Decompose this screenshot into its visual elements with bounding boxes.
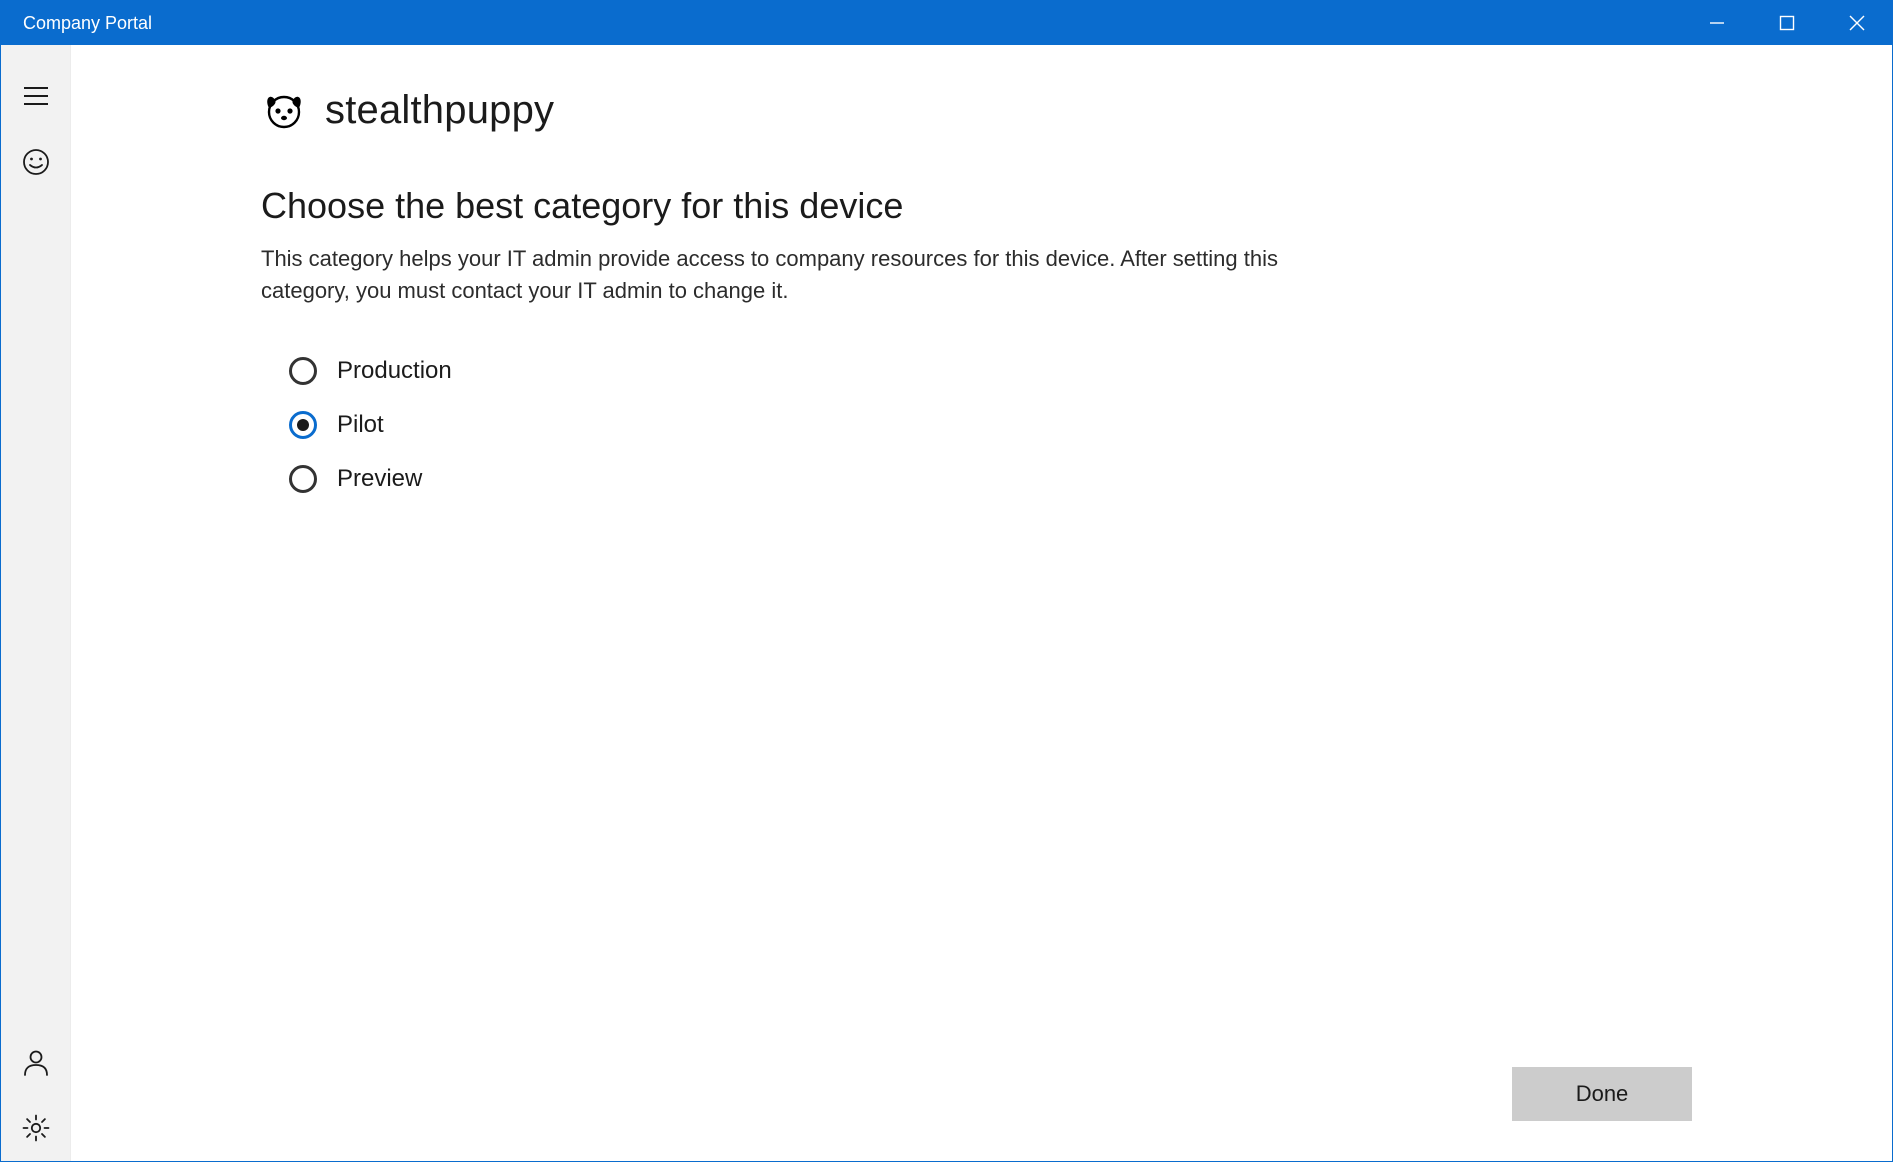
radio-label: Preview bbox=[337, 465, 422, 493]
maximize-icon bbox=[1779, 15, 1795, 31]
minimize-icon bbox=[1709, 15, 1725, 31]
radio-circle bbox=[289, 411, 317, 439]
radio-option-pilot[interactable]: Pilot bbox=[289, 411, 1692, 439]
maximize-button[interactable] bbox=[1752, 1, 1822, 45]
done-button[interactable]: Done bbox=[1512, 1067, 1692, 1121]
nav-settings-button[interactable] bbox=[1, 1095, 71, 1161]
page-heading: Choose the best category for this device bbox=[261, 185, 1692, 227]
titlebar: Company Portal bbox=[1, 1, 1892, 45]
nav-user-button[interactable] bbox=[1, 1029, 71, 1095]
footer-actions: Done bbox=[1512, 1067, 1692, 1121]
body: stealthpuppy Choose the best category fo… bbox=[1, 45, 1892, 1161]
page-subheading: This category helps your IT admin provid… bbox=[261, 243, 1311, 307]
category-options: Production Pilot Preview bbox=[289, 357, 1692, 493]
radio-circle bbox=[289, 465, 317, 493]
hamburger-icon bbox=[23, 85, 49, 107]
radio-option-preview[interactable]: Preview bbox=[289, 465, 1692, 493]
radio-label: Pilot bbox=[337, 411, 384, 439]
user-icon bbox=[22, 1048, 50, 1076]
close-button[interactable] bbox=[1822, 1, 1892, 45]
radio-circle bbox=[289, 357, 317, 385]
caption-buttons bbox=[1682, 1, 1892, 45]
radio-option-production[interactable]: Production bbox=[289, 357, 1692, 385]
gear-icon bbox=[22, 1114, 50, 1142]
app-window: Company Portal bbox=[0, 0, 1893, 1162]
smile-icon bbox=[22, 148, 50, 176]
org-header: stealthpuppy bbox=[261, 87, 1692, 133]
radio-label: Production bbox=[337, 357, 452, 385]
puppy-logo-icon bbox=[261, 87, 307, 133]
minimize-button[interactable] bbox=[1682, 1, 1752, 45]
nav-rail bbox=[1, 45, 71, 1161]
main-content: stealthpuppy Choose the best category fo… bbox=[71, 45, 1892, 1161]
nav-feedback-button[interactable] bbox=[1, 129, 71, 195]
close-icon bbox=[1849, 15, 1865, 31]
org-name: stealthpuppy bbox=[325, 88, 554, 133]
app-title: Company Portal bbox=[1, 1, 1682, 45]
nav-hamburger-button[interactable] bbox=[1, 63, 71, 129]
